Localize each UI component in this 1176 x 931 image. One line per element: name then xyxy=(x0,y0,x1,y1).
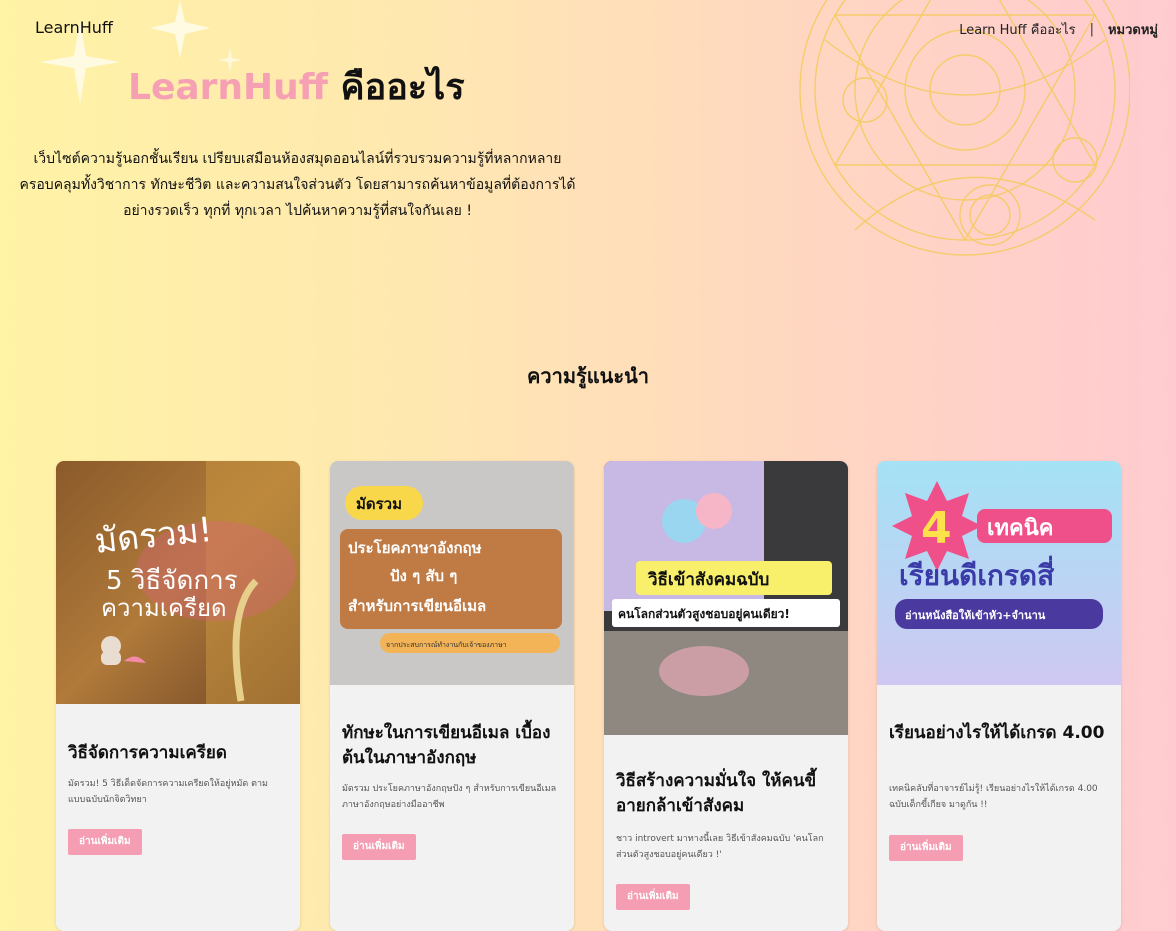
article-card[interactable]: วิธีเข้าสังคมฉบับ คนโลกส่วนตัวสูงชอบอยู่… xyxy=(604,461,848,931)
read-more-button[interactable]: อ่านเพิ่มเติม xyxy=(342,834,416,860)
top-nav: Learn Huff คืออะไร | หมวดหมู่ xyxy=(959,19,1158,40)
site-logo[interactable]: LearnHuff xyxy=(35,18,113,37)
hero-title-rest: คืออะไร xyxy=(327,67,465,108)
card-image-text: 4 xyxy=(921,503,952,554)
card-title[interactable]: ทักษะในการเขียนอีเมล เบื้องต้นในภาษาอังก… xyxy=(342,721,564,771)
card-image-email: มัดรวม ประโยคภาษาอังกฤษ ปัง ๆ สับ ๆ สำหร… xyxy=(330,461,574,685)
hero-title: LearnHuff คืออะไร xyxy=(128,58,465,115)
card-image-social: วิธีเข้าสังคมฉบับ คนโลกส่วนตัวสูงชอบอยู่… xyxy=(604,461,848,735)
card-image-grade: 4 เทคนิค เรียนดีเกรดสี่ อ่านหนังสือให้เข… xyxy=(877,461,1121,685)
card-description: มัดรวม ประโยคภาษาอังกฤษปัง ๆ สำหรับการเข… xyxy=(342,784,557,810)
card-image-text: สำหรับการเขียนอีเมล xyxy=(348,597,486,615)
card-image-text: ความเครียด xyxy=(101,594,227,622)
section-title: ความรู้แนะนำ xyxy=(527,364,649,388)
hero-description: เว็บไซต์ความรู้นอกชั้นเรียน เปรียบเสมือน… xyxy=(19,151,576,219)
card-description: ชาว introvert มาทางนี้เลย วิธีเข้าสังคมฉ… xyxy=(616,834,824,860)
card-image-text: อ่านหนังสือให้เข้าหัว+จำนาน xyxy=(905,608,1046,622)
card-title[interactable]: วิธีจัดการความเครียด xyxy=(68,741,290,766)
card-image-text: ประโยคภาษาอังกฤษ xyxy=(348,538,482,557)
card-image-stress: มัดรวม! 5 วิธีจัดการ ความเครียด xyxy=(56,461,300,704)
card-image-text: มัดรวม xyxy=(356,495,402,513)
card-image-text: เทคนิค xyxy=(987,516,1054,541)
magic-circle-decoration xyxy=(799,0,1130,256)
card-image-text: 5 วิธีจัดการ xyxy=(106,566,238,596)
card-description: มัดรวม! 5 วิธีเด็ดจัดการความเครียดให้อยู… xyxy=(68,779,268,805)
card-description: เทคนิคลับที่อาจารย์ไม่รู้! เรียนอย่างไรใ… xyxy=(889,784,1098,810)
article-card[interactable]: มัดรวม ประโยคภาษาอังกฤษ ปัง ๆ สับ ๆ สำหร… xyxy=(330,461,574,931)
article-card[interactable]: มัดรวม! 5 วิธีจัดการ ความเครียด วิธีจัดก… xyxy=(56,461,300,931)
card-title[interactable]: วิธีสร้างความมั่นใจ ให้คนขี้อายกล้าเข้าส… xyxy=(616,769,838,819)
nav-about-link[interactable]: Learn Huff คืออะไร xyxy=(959,19,1075,40)
card-image-text: คนโลกส่วนตัวสูงชอบอยู่คนเดียว! xyxy=(618,606,790,622)
card-image-text: วิธีเข้าสังคมฉบับ xyxy=(648,569,770,590)
hero-title-brand: LearnHuff xyxy=(128,67,328,108)
card-image-text: จากประสบการณ์ทำงานกับเจ้าของภาษา xyxy=(386,641,507,649)
card-image-text: ปัง ๆ สับ ๆ xyxy=(390,567,457,585)
read-more-button[interactable]: อ่านเพิ่มเติม xyxy=(889,835,963,861)
card-title[interactable]: เรียนอย่างไรให้ได้เกรด 4.00 xyxy=(889,721,1111,746)
read-more-button[interactable]: อ่านเพิ่มเติม xyxy=(616,884,690,910)
article-card[interactable]: 4 เทคนิค เรียนดีเกรดสี่ อ่านหนังสือให้เข… xyxy=(877,461,1121,931)
nav-separator: | xyxy=(1089,22,1094,37)
nav-categories-link[interactable]: หมวดหมู่ xyxy=(1108,19,1158,40)
read-more-button[interactable]: อ่านเพิ่มเติม xyxy=(68,829,142,855)
card-image-text: เรียนดีเกรดสี่ xyxy=(899,555,1055,592)
